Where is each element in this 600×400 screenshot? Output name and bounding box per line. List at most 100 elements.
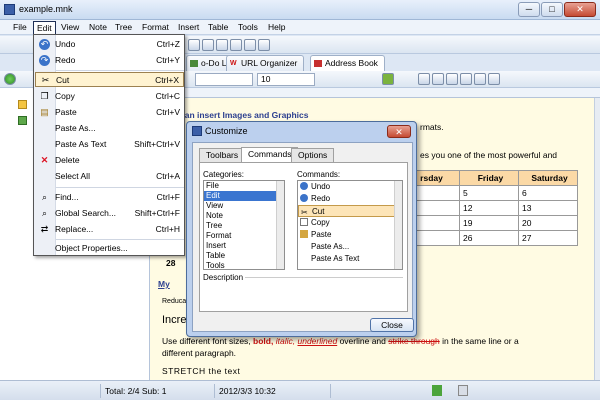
table-icon[interactable] xyxy=(474,73,486,85)
toolbar-button[interactable] xyxy=(244,39,256,51)
editor-line: es you one of the most powerful and xyxy=(420,150,558,160)
menu-item-shortcut: Shift+Ctrl+V xyxy=(134,139,180,149)
minimize-button[interactable]: ─ xyxy=(518,2,540,17)
font-size-box[interactable]: 10 xyxy=(257,73,315,86)
table-icon[interactable] xyxy=(432,73,444,85)
menu-help[interactable]: Help xyxy=(265,21,288,34)
menu-item-undo[interactable]: ↶ Undo Ctrl+Z xyxy=(35,37,184,52)
list-item[interactable]: Paste As... xyxy=(298,241,402,253)
commands-scrollbar[interactable] xyxy=(394,181,402,269)
menu-item-find[interactable]: ⌕ Find... Ctrl+F xyxy=(35,190,184,205)
toolbar-button[interactable] xyxy=(216,39,228,51)
menu-item-copy[interactable]: ❐ Copy Ctrl+C xyxy=(35,89,184,104)
tab-url-organizer[interactable]: W URL Organizer xyxy=(226,55,305,71)
list-item[interactable]: Undo xyxy=(298,181,402,193)
table-cell[interactable]: 12 xyxy=(459,200,519,216)
command-label: Redo xyxy=(311,194,331,203)
menu-format[interactable]: Format xyxy=(139,21,172,34)
menu-item-cut[interactable]: ✂ Cut Ctrl+X xyxy=(35,72,184,87)
toolbar-button[interactable] xyxy=(188,39,200,51)
toolbar-button[interactable] xyxy=(202,39,214,51)
menu-tools[interactable]: Tools xyxy=(235,21,261,34)
table-cell[interactable]: 19 xyxy=(459,215,519,231)
editor-line: rmats. xyxy=(420,122,444,132)
scissors-icon: ✂ xyxy=(301,208,308,217)
folder-icon[interactable] xyxy=(18,100,27,109)
menu-item-label: Redo xyxy=(55,55,76,65)
commands-list[interactable]: Undo Redo ✂ Cut Copy Paste Paste As... Pa… xyxy=(297,180,403,270)
font-demo-italic: italic, xyxy=(275,336,296,346)
categories-list[interactable]: File Edit View Note Tree Format Insert T… xyxy=(203,180,285,270)
list-item[interactable]: Format xyxy=(204,231,284,241)
menu-item-object-properties[interactable]: Object Properties... xyxy=(35,241,184,256)
editor-line: Reduca xyxy=(162,298,187,305)
list-item[interactable]: Note xyxy=(204,211,284,221)
menu-item-replace[interactable]: ⇄ Replace... Ctrl+H xyxy=(35,222,184,237)
editor-scrollbar[interactable] xyxy=(594,98,600,380)
menu-table[interactable]: Table xyxy=(205,21,231,34)
table-cell[interactable]: 5 xyxy=(459,185,519,201)
table-icon[interactable] xyxy=(460,73,472,85)
list-item[interactable]: Redo xyxy=(298,193,402,205)
close-button[interactable]: ✕ xyxy=(564,2,596,17)
menu-item-redo[interactable]: ↷ Redo Ctrl+Y xyxy=(35,53,184,68)
menu-file[interactable]: File xyxy=(10,21,30,34)
copy-icon xyxy=(300,218,308,226)
tab-address-book[interactable]: Address Book xyxy=(310,55,385,71)
menu-tree[interactable]: Tree xyxy=(112,21,135,34)
menu-item-shortcut: Ctrl+C xyxy=(155,91,180,101)
toolbar-button[interactable] xyxy=(230,39,242,51)
table-cell[interactable]: 20 xyxy=(518,215,578,231)
table-row: 26 27 xyxy=(400,230,578,246)
close-dialog-button[interactable]: Close xyxy=(370,318,414,332)
menu-view[interactable]: View xyxy=(58,21,82,34)
table-cell[interactable]: 26 xyxy=(459,230,519,246)
description-label: Description xyxy=(203,273,244,282)
menu-item-delete[interactable]: ✕ Delete xyxy=(35,153,184,168)
font-name-box[interactable] xyxy=(195,73,253,86)
blank-icon xyxy=(300,254,308,262)
list-item[interactable]: View xyxy=(204,201,284,211)
tab-commands[interactable]: Commands xyxy=(241,147,299,162)
toolbar-button[interactable] xyxy=(258,39,270,51)
note-icon[interactable] xyxy=(18,116,27,125)
menu-insert[interactable]: Insert xyxy=(175,21,202,34)
list-item[interactable]: Paste xyxy=(298,229,402,241)
menu-item-label: Paste As... xyxy=(55,123,96,133)
table-cell[interactable]: 6 xyxy=(518,185,578,201)
table-header: Friday xyxy=(459,170,519,186)
table-icon[interactable] xyxy=(488,73,500,85)
menu-item-paste[interactable]: ▤ Paste Ctrl+V xyxy=(35,105,184,120)
highlight-icon[interactable] xyxy=(382,73,394,85)
menu-item-paste-as-text[interactable]: Paste As Text Shift+Ctrl+V xyxy=(35,137,184,152)
todo-icon xyxy=(190,60,198,67)
list-item[interactable]: Tree xyxy=(204,221,284,231)
menu-note[interactable]: Note xyxy=(86,21,110,34)
tab-options[interactable]: Options xyxy=(291,148,335,162)
table-icon[interactable] xyxy=(446,73,458,85)
maximize-button[interactable]: □ xyxy=(541,2,563,17)
link-text[interactable]: My xyxy=(158,279,170,289)
list-item[interactable]: Table xyxy=(204,251,284,261)
list-item[interactable]: ✂ Cut xyxy=(298,205,402,217)
tab-toolbars[interactable]: Toolbars xyxy=(199,148,246,162)
table-row: 12 13 xyxy=(400,200,578,216)
list-item[interactable]: File xyxy=(204,181,284,191)
table-icon[interactable] xyxy=(418,73,430,85)
dialog-close-icon[interactable]: ✕ xyxy=(387,125,411,138)
menu-item-select-all[interactable]: Select All Ctrl+A xyxy=(35,169,184,184)
categories-scrollbar[interactable] xyxy=(276,181,284,269)
list-item[interactable]: Paste As Text xyxy=(298,253,402,265)
table-cell[interactable]: 27 xyxy=(518,230,578,246)
list-item[interactable]: Copy xyxy=(298,217,402,229)
table-cell[interactable]: 13 xyxy=(518,200,578,216)
global-search-icon: ⌕ xyxy=(41,208,48,218)
menu-item-global-search[interactable]: ⌕ Global Search... Shift+Ctrl+F xyxy=(35,206,184,221)
menu-item-paste-as[interactable]: Paste As... xyxy=(35,121,184,136)
back-icon[interactable] xyxy=(4,73,16,85)
list-item[interactable]: Edit xyxy=(204,191,284,201)
list-item[interactable]: Insert xyxy=(204,241,284,251)
app-window: example.mnk ─ □ ✕ File Edit View Note Tr… xyxy=(0,0,600,400)
list-item[interactable]: Tools xyxy=(204,261,284,269)
menu-edit[interactable]: Edit xyxy=(33,21,56,34)
